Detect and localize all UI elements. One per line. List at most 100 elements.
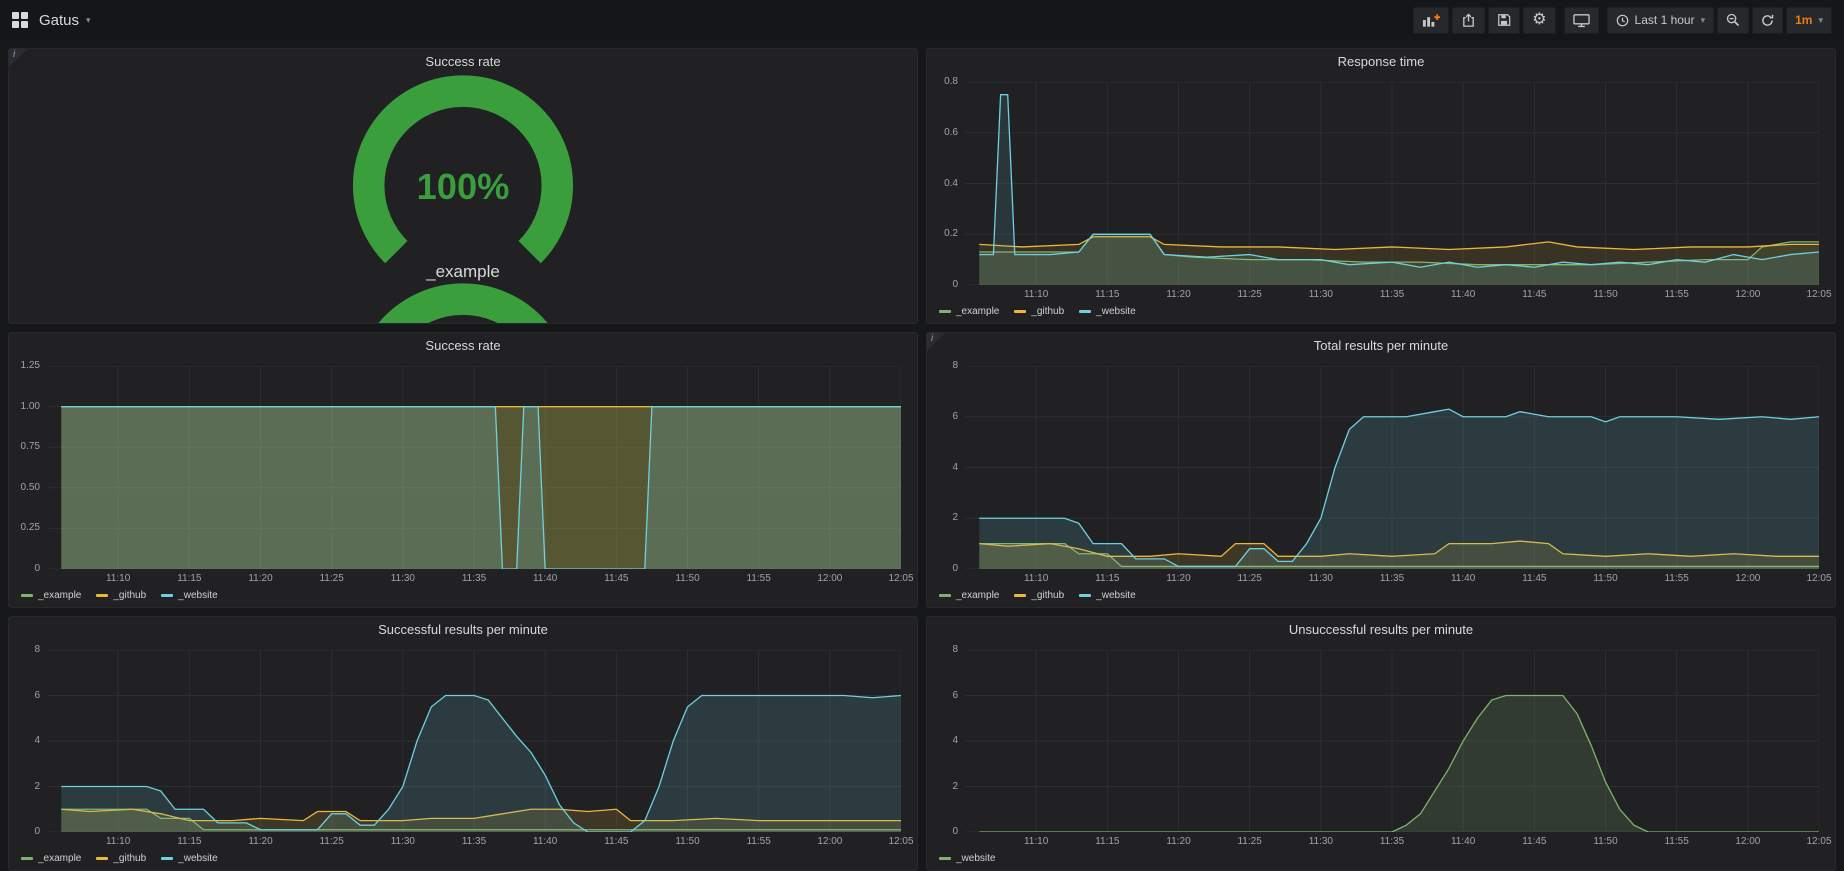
time-range-picker[interactable]: Last 1 hour ▾ xyxy=(1607,7,1715,34)
legend-label: _example xyxy=(38,853,81,864)
x-axis: 11:1011:1511:2011:2511:3011:3511:4011:45… xyxy=(47,571,901,586)
x-axis-label: 12:00 xyxy=(1735,836,1760,847)
clock-icon xyxy=(1616,14,1629,27)
panel-success-rate-graph: Success rate 00.250.500.751.001.25 11:10 1… xyxy=(8,332,918,608)
x-axis-label: 11:30 xyxy=(1309,836,1333,847)
dashboard-title-dropdown[interactable]: Gatus ▾ xyxy=(39,12,91,29)
legend-label: _github xyxy=(1031,590,1064,601)
x-axis-label: 11:40 xyxy=(1451,573,1475,584)
plot-area[interactable]: 00.20.40.60.8 xyxy=(965,82,1819,285)
caret-down-icon: ▾ xyxy=(86,16,91,25)
legend-item-_website[interactable]: _website xyxy=(161,853,217,864)
x-axis-label: 11:10 xyxy=(106,836,130,847)
plot-area[interactable]: 02468 xyxy=(965,366,1819,569)
x-axis-label: 11:40 xyxy=(1451,836,1475,847)
save-button[interactable] xyxy=(1488,7,1520,34)
x-axis-label: 11:20 xyxy=(248,836,272,847)
success-rate-gauges: 100%_example100%_github78.34%_website xyxy=(9,74,917,323)
save-icon xyxy=(1497,13,1511,27)
legend-item-_example[interactable]: _example xyxy=(21,590,81,601)
legend-item-_website[interactable]: _website xyxy=(1079,590,1135,601)
y-axis-label: 0.50 xyxy=(10,482,40,493)
panel-title[interactable]: Response time xyxy=(927,49,1835,74)
share-icon xyxy=(1461,13,1476,28)
x-axis-label: 12:05 xyxy=(888,573,913,584)
panel-title[interactable]: Success rate xyxy=(9,333,917,358)
x-axis-label: 11:10 xyxy=(1024,289,1048,300)
panel-success-rate-gauges: i Success rate 100%_example100%_github78… xyxy=(8,48,918,324)
panel-title[interactable]: Success rate xyxy=(9,49,917,74)
y-axis-label: 8 xyxy=(928,360,958,371)
x-axis-label: 11:10 xyxy=(106,573,130,584)
legend-item-_example[interactable]: _example xyxy=(21,853,81,864)
x-axis-label: 11:50 xyxy=(675,836,699,847)
x-axis-label: 11:25 xyxy=(1237,289,1261,300)
x-axis-label: 11:20 xyxy=(1166,289,1190,300)
y-axis-label: 0.25 xyxy=(10,522,40,533)
legend-item-_example[interactable]: _example xyxy=(939,306,999,317)
cycle-view-button[interactable] xyxy=(1564,7,1599,34)
zoom-out-button[interactable] xyxy=(1717,7,1749,34)
legend-item-_website[interactable]: _website xyxy=(939,853,995,864)
y-axis-label: 0 xyxy=(10,563,40,574)
x-axis-label: 11:25 xyxy=(319,573,343,584)
panel-title[interactable]: Total results per minute xyxy=(927,333,1835,358)
y-axis-label: 0 xyxy=(10,826,40,837)
legend-item-_github[interactable]: _github xyxy=(96,853,146,864)
legend-marker xyxy=(21,857,33,860)
legend-item-_github[interactable]: _github xyxy=(1014,306,1064,317)
x-axis-label: 11:20 xyxy=(1166,573,1190,584)
dashboard-title: Gatus xyxy=(39,12,79,29)
legend-item-_github[interactable]: _github xyxy=(96,590,146,601)
series-fill-_website xyxy=(61,407,901,569)
caret-down-icon: ▾ xyxy=(1701,16,1706,25)
x-axis-label: 11:55 xyxy=(746,836,770,847)
y-axis-label: 2 xyxy=(928,781,958,792)
plot-area[interactable]: 00.250.500.751.001.25 xyxy=(47,366,901,569)
x-axis-label: 11:45 xyxy=(604,836,628,847)
y-axis-label: 0.8 xyxy=(928,76,958,87)
y-axis-label: 6 xyxy=(10,690,40,701)
legend-item-_github[interactable]: _github xyxy=(1014,590,1064,601)
legend-label: _github xyxy=(1031,306,1064,317)
legend-item-_website[interactable]: _website xyxy=(1079,306,1135,317)
x-axis-label: 12:00 xyxy=(1735,289,1760,300)
legend-label: _website xyxy=(178,853,217,864)
y-axis-label: 0 xyxy=(928,563,958,574)
x-axis-label: 11:15 xyxy=(177,836,201,847)
successful-results-chart: 0246811:1011:1511:2011:2511:3011:3511:40… xyxy=(9,642,917,870)
x-axis-label: 11:30 xyxy=(391,573,415,584)
x-axis-label: 11:15 xyxy=(1095,836,1119,847)
x-axis-label: 11:40 xyxy=(1451,289,1475,300)
y-axis-label: 0.6 xyxy=(928,127,958,138)
y-axis-label: 4 xyxy=(928,735,958,746)
total-results-chart: 0246811:1011:1511:2011:2511:3011:3511:40… xyxy=(927,358,1835,607)
legend-item-_website[interactable]: _website xyxy=(161,590,217,601)
settings-button[interactable]: ⚙ xyxy=(1523,7,1555,34)
panel-info-icon[interactable]: i xyxy=(927,333,945,351)
x-axis-label: 12:05 xyxy=(1806,289,1831,300)
y-axis-label: 2 xyxy=(10,781,40,792)
plot-area[interactable]: 02468 xyxy=(965,650,1819,832)
refresh-button[interactable] xyxy=(1752,7,1783,34)
refresh-interval-picker[interactable]: 1m ▾ xyxy=(1786,7,1832,34)
panel-title[interactable]: Unsuccessful results per minute xyxy=(927,617,1835,642)
navbar-actions: ⚙ Last 1 hour ▾ 1m ▾ xyxy=(1413,7,1832,34)
chart-canvas xyxy=(965,82,1819,285)
x-axis-label: 11:55 xyxy=(1664,836,1688,847)
share-button[interactable] xyxy=(1452,7,1485,34)
legend-label: _website xyxy=(1096,306,1135,317)
plot-area[interactable]: 02468 xyxy=(47,650,901,832)
legend-item-_example[interactable]: _example xyxy=(939,590,999,601)
refresh-interval-label: 1m xyxy=(1795,13,1812,27)
x-axis: 11:1011:1511:2011:2511:3011:3511:4011:45… xyxy=(965,834,1819,849)
legend-marker xyxy=(1014,594,1026,597)
chart-canvas xyxy=(47,650,901,832)
panel-title[interactable]: Successful results per minute xyxy=(9,617,917,642)
apps-grid-icon[interactable] xyxy=(12,12,28,28)
x-axis-label: 11:55 xyxy=(1664,573,1688,584)
time-range-label: Last 1 hour xyxy=(1635,13,1695,27)
panel-info-icon[interactable]: i xyxy=(9,49,27,67)
add-panel-button[interactable] xyxy=(1413,7,1449,34)
series-line-_website xyxy=(979,696,1819,833)
